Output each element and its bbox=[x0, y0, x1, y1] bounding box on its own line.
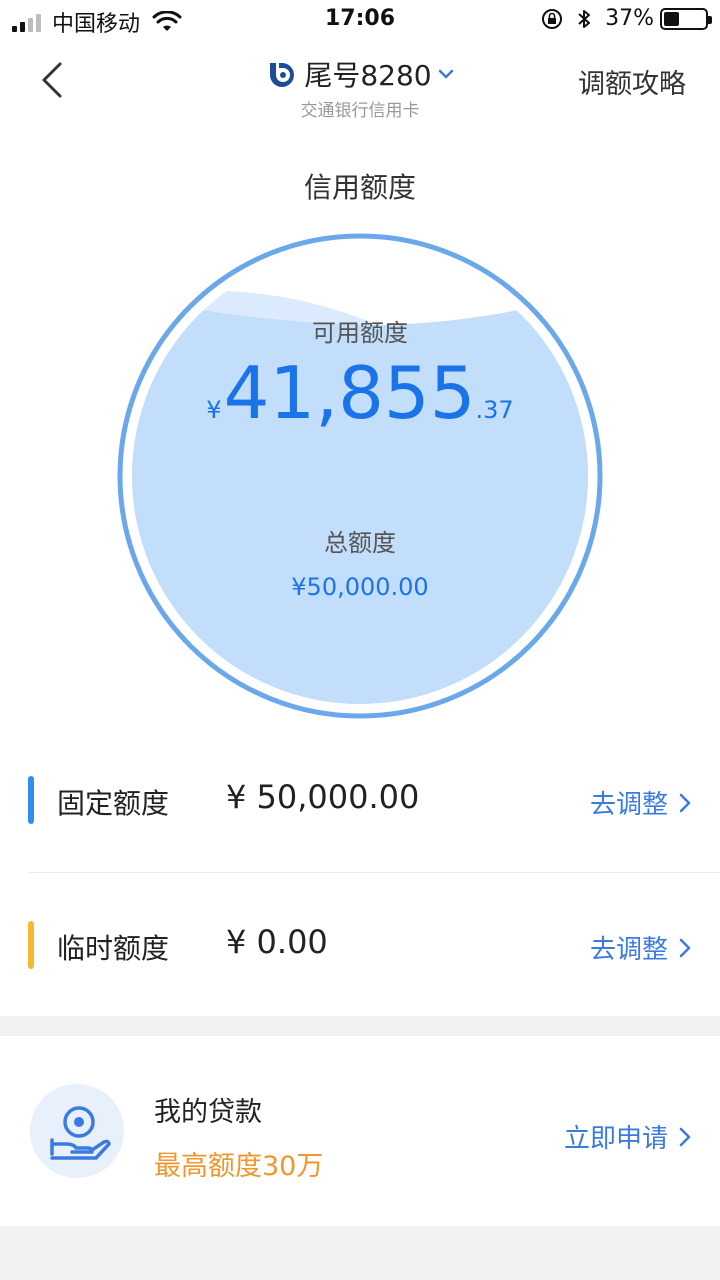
chevron-right-icon bbox=[679, 793, 691, 812]
loan-card[interactable]: 我的贷款 最高额度30万 立即申请 bbox=[0, 1036, 720, 1226]
status-right: 37% bbox=[541, 6, 712, 31]
credit-circle-graphic bbox=[117, 233, 603, 719]
chevron-right-icon bbox=[679, 938, 691, 957]
loan-title: 我的贷款 bbox=[154, 1097, 262, 1128]
available-limit-label: 可用额度 bbox=[312, 319, 408, 347]
fixed-limit-row: 固定额度 ¥ 50,000.00 去调整 bbox=[0, 728, 720, 872]
battery-icon bbox=[660, 7, 712, 30]
rotation-lock-icon bbox=[542, 8, 563, 29]
limit-guide-link[interactable]: 调额攻略 bbox=[578, 62, 686, 101]
chevron-right-icon bbox=[679, 1127, 691, 1146]
fixed-limit-bar bbox=[28, 776, 34, 824]
card-title: 尾号8280 bbox=[304, 59, 432, 92]
temporary-limit-row: 临时额度 ¥ 0.00 去调整 bbox=[0, 873, 720, 1017]
credit-limit-page: 中国移动 17:06 37% 尾号8280 交通银行信用卡 调额攻略 信用额度 … bbox=[0, 0, 720, 1280]
fixed-limit-label: 固定额度 bbox=[57, 787, 170, 820]
loan-max-limit: 最高额度30万 bbox=[154, 1151, 324, 1182]
status-bar: 中国移动 17:06 37% bbox=[0, 0, 720, 40]
section-gap bbox=[0, 1016, 720, 1036]
page-title: 信用额度 bbox=[303, 171, 416, 204]
credit-circle: 可用额度 ¥ 41,855 .37 总额度 ¥50,000.00 bbox=[117, 233, 603, 719]
battery-percent: 37% bbox=[605, 6, 654, 31]
card-title-row[interactable]: 尾号8280 bbox=[266, 54, 453, 94]
adjust-fixed-limit-label: 去调整 bbox=[589, 790, 668, 820]
nav-bar: 尾号8280 交通银行信用卡 调额攻略 bbox=[0, 40, 720, 121]
bottom-background bbox=[0, 1226, 720, 1280]
total-limit-amount: ¥50,000.00 bbox=[291, 573, 429, 601]
loan-coin-hand-icon bbox=[30, 1084, 124, 1178]
adjust-temporary-limit-label: 去调整 bbox=[589, 935, 668, 965]
bluetooth-icon bbox=[578, 9, 591, 28]
chevron-down-icon[interactable] bbox=[438, 68, 454, 80]
bank-logo-icon bbox=[270, 63, 295, 87]
temporary-limit-value: ¥ 0.00 bbox=[226, 923, 328, 961]
apply-now-button[interactable]: 立即申请 bbox=[564, 1118, 692, 1155]
temporary-limit-label: 临时额度 bbox=[57, 932, 170, 965]
currency-symbol: ¥ bbox=[206, 396, 222, 424]
fixed-limit-value: ¥ 50,000.00 bbox=[226, 778, 420, 816]
total-limit-label: 总额度 bbox=[324, 529, 396, 557]
adjust-fixed-limit-button[interactable]: 去调整 bbox=[590, 784, 692, 821]
adjust-temporary-limit-button[interactable]: 去调整 bbox=[590, 929, 692, 966]
available-limit-decimal: .37 bbox=[475, 396, 514, 424]
apply-now-label: 立即申请 bbox=[563, 1124, 668, 1154]
temporary-limit-bar bbox=[28, 921, 34, 969]
available-limit-integer: 41,855 bbox=[223, 351, 476, 435]
available-limit-amount: ¥ 41,855 .37 bbox=[117, 357, 603, 429]
